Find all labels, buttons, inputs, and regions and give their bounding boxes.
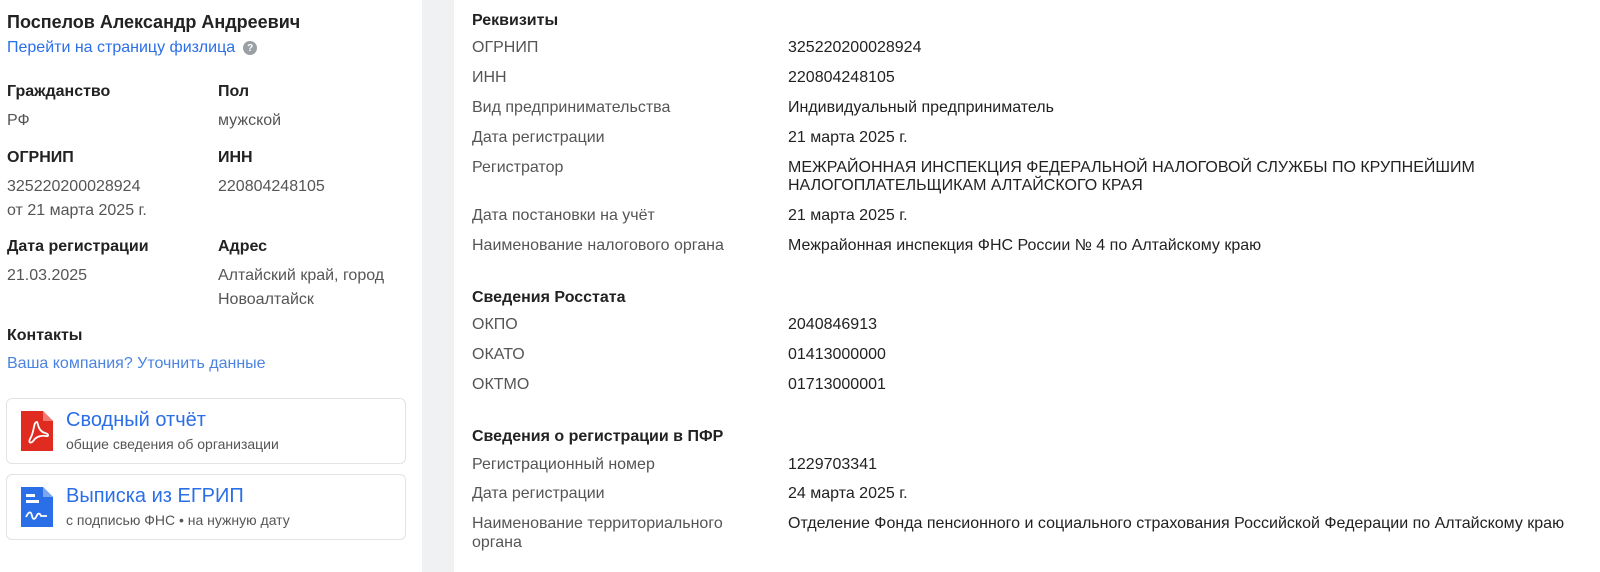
registrar-line1: МЕЖРАЙОННАЯ ИНСПЕКЦИЯ ФЕДЕРАЛЬНОЙ НАЛОГО… <box>788 159 1475 176</box>
regdate-label: Дата регистрации <box>7 238 149 255</box>
rosstat-value: 2040846913 <box>788 316 877 333</box>
requisites-title: Реквизиты <box>472 12 559 29</box>
requisite-label: ИНН <box>472 69 507 86</box>
requisite-value: 325220200028924 <box>788 39 922 56</box>
address-line1: Алтайский край, город <box>218 267 385 284</box>
sex-label: Пол <box>218 83 250 100</box>
inn-label: ИНН <box>218 149 253 166</box>
citizenship-value: РФ <box>7 112 30 129</box>
requisite-label: Регистратор <box>472 159 564 176</box>
requisite-value: 21 марта 2025 г. <box>788 129 908 146</box>
rosstat-label: ОКТМО <box>472 376 530 393</box>
person-page-link[interactable]: Перейти на страницу физлица <box>7 39 235 57</box>
requisite-label: Наименование налогового органа <box>472 237 724 254</box>
pfr-title: Сведения о регистрации в ПФР <box>472 428 724 445</box>
person-name: Поспелов Александр Андреевич <box>7 12 301 32</box>
ogrnip-date: от 21 марта 2025 г. <box>7 202 147 219</box>
pfr-label-line2: органа <box>472 534 522 551</box>
requisite-value: Межрайонная инспекция ФНС России № 4 по … <box>788 237 1262 254</box>
requisite-label: Дата регистрации <box>472 129 605 146</box>
pdf-icon <box>21 411 53 456</box>
sex-value: мужской <box>218 112 282 129</box>
requisite-value: 220804248105 <box>788 69 895 86</box>
pfr-value: 24 марта 2025 г. <box>788 485 908 502</box>
summary-report-card[interactable]: Сводный отчёт общие сведения об организа… <box>6 398 406 464</box>
citizenship-label: Гражданство <box>7 83 111 100</box>
summary-report-title[interactable]: Сводный отчёт <box>66 409 206 432</box>
rosstat-title: Сведения Росстата <box>472 289 626 306</box>
requisite-value: 21 марта 2025 г. <box>788 207 908 224</box>
rosstat-value: 01713000001 <box>788 376 886 393</box>
company-summary-panel: Поспелов Александр Андреевич Перейти на … <box>0 0 422 572</box>
inn-value: 220804248105 <box>218 178 325 195</box>
regdate-value: 21.03.2025 <box>7 267 88 284</box>
rosstat-value: 01413000000 <box>788 346 886 363</box>
requisite-label: Дата постановки на учёт <box>472 207 655 224</box>
pfr-value: 1229703341 <box>788 456 877 473</box>
clarify-data-link[interactable]: Ваша компания? Уточнить данные <box>7 355 266 373</box>
requisite-label: Вид предпринимательства <box>472 99 671 116</box>
help-icon[interactable]: ? <box>243 41 258 55</box>
registrar-line2: НАЛОГОПЛАТЕЛЬЩИКАМ АЛТАЙСКОГО КРАЯ <box>788 177 1143 194</box>
contacts-title: Контакты <box>7 327 83 344</box>
ogrnip-label: ОГРНИП <box>7 149 74 166</box>
requisite-value: Индивидуальный предприниматель <box>788 99 1054 116</box>
pfr-label: Регистрационный номер <box>472 456 655 473</box>
summary-report-subtitle: общие сведения об организации <box>66 436 279 452</box>
ogrnip-value: 325220200028924 <box>7 178 141 195</box>
rosstat-label: ОКАТО <box>472 346 525 363</box>
egrip-extract-subtitle: с подписью ФНС • на нужную дату <box>66 512 290 528</box>
pfr-label: Дата регистрации <box>472 485 605 502</box>
address-line2: Новоалтайск <box>218 291 314 308</box>
pfr-label-line1: Наименование территориального <box>472 515 723 532</box>
person-link-row: Перейти на страницу физлица ? <box>7 39 258 57</box>
requisite-label: ОГРНИП <box>472 39 539 56</box>
address-label: Адрес <box>218 238 268 255</box>
column-gutter <box>422 0 454 572</box>
document-icon <box>21 487 53 532</box>
egrip-extract-card[interactable]: Выписка из ЕГРИП с подписью ФНС • на нуж… <box>6 474 406 540</box>
egrip-extract-title[interactable]: Выписка из ЕГРИП <box>66 485 244 508</box>
pfr-value: Отделение Фонда пенсионного и социальног… <box>788 515 1565 532</box>
details-panel: Реквизиты ОГРНИП 325220200028924 ИНН 220… <box>454 0 1600 572</box>
rosstat-label: ОКПО <box>472 316 518 333</box>
